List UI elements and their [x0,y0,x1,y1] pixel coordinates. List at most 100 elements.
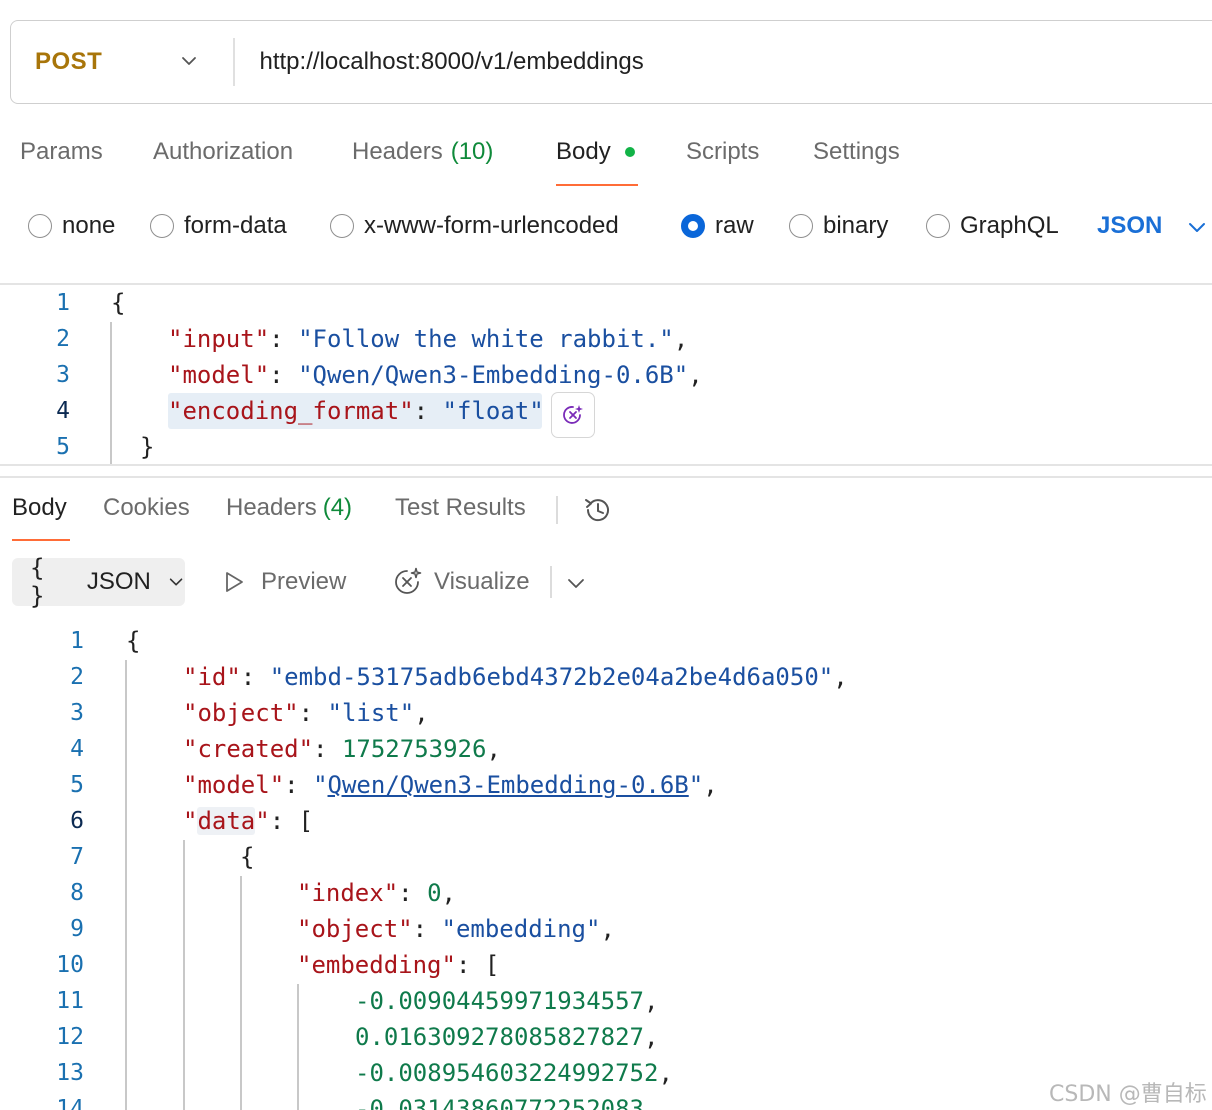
active-tab-underline [12,539,70,541]
model-link[interactable]: Qwen/Qwen3-Embedding-0.6B [328,771,689,799]
format-label: JSON [86,568,151,595]
indent-guide [110,322,112,464]
json-string: "float" [442,397,544,425]
code-line: -0.03143860772252083, [355,1091,658,1110]
tab-label: Authorization [153,138,294,165]
json-key: "embedding" [297,951,456,979]
json-key: "input" [168,325,270,353]
radio-graphql[interactable]: GraphQL [926,204,1059,248]
visualize-button[interactable]: Visualize [390,558,530,606]
json-string: "embedding" [441,915,601,943]
tab-label: Body [12,494,67,521]
json-key: "object" [297,915,413,943]
ai-assist-button[interactable] [551,392,595,438]
radio-label: none [62,212,116,239]
code-line: "index": 0, [297,879,456,907]
tab-headers[interactable]: Headers (10) [352,126,493,186]
indent-guide [125,660,127,1110]
json-number: -0.008954603224992752 [355,1059,659,1087]
radio-label: x-www-form-urlencoded [364,212,619,239]
json-string: "Follow the white rabbit." [298,325,674,353]
tab-params[interactable]: Params [20,126,103,186]
preview-button[interactable]: Preview [221,558,346,606]
code-line: { [126,627,141,655]
code-line: "model": "Qwen/Qwen3-Embedding-0.6B", [183,771,718,799]
radio-unchecked-icon [28,214,52,238]
json-string: " [688,771,704,799]
radio-label: GraphQL [960,212,1059,239]
radio-binary[interactable]: binary [789,204,888,248]
json-key: "index" [297,879,399,907]
chevron-down-icon [169,578,183,586]
code-line: "object": "list", [183,699,429,727]
radio-label: raw [715,212,754,239]
tab-label: Headers [226,494,317,521]
chevron-down-icon[interactable] [565,572,587,594]
line-number: 2 [70,664,84,690]
code-line: "data": [ [183,807,314,835]
json-key: "id" [183,663,241,691]
line-number: 3 [70,700,84,726]
radio-raw[interactable]: raw [681,204,754,248]
line-number: 3 [56,362,70,388]
line-number: 13 [56,1060,84,1086]
raw-format-selector[interactable]: JSON [1097,204,1162,248]
response-tab-headers[interactable]: Headers (4) [226,490,352,540]
tab-separator [556,496,558,524]
method-selector[interactable]: POST [11,21,233,103]
code-line: "input": "Follow the white rabbit.", [168,325,689,353]
json-key: "created" [183,735,314,763]
response-tab-test-results[interactable]: Test Results [395,490,526,540]
json-number: 0.016309278085827827 [355,1023,644,1051]
preview-label: Preview [261,568,347,595]
json-number: 0 [427,879,442,907]
line-number: 9 [70,916,84,942]
response-format-selector[interactable]: { } JSON [12,554,185,610]
line-number: 14 [56,1096,84,1110]
radio-label: form-data [184,212,287,239]
indent-guide [297,984,299,1110]
line-number: 4 [70,736,84,762]
divider [0,464,1212,466]
code-line: -0.00904459971934557, [355,987,659,1015]
response-tab-body[interactable]: Body [12,490,67,540]
tab-label: Test Results [395,494,526,521]
tab-label: Settings [813,138,900,165]
line-number: 8 [70,880,84,906]
history-icon[interactable] [582,494,614,526]
code-line: } [140,433,155,461]
radio-x-www-form-urlencoded[interactable]: x-www-form-urlencoded [330,204,619,248]
visualize-label: Visualize [434,568,530,595]
radio-label: binary [823,212,889,239]
json-number: -0.03143860772252083 [355,1095,644,1110]
tab-body[interactable]: Body [556,126,635,186]
line-number: 11 [56,988,84,1014]
tab-settings[interactable]: Settings [813,126,900,186]
tab-scripts[interactable]: Scripts [686,126,759,186]
headers-count: (10) [450,138,494,165]
radio-form-data[interactable]: form-data [150,204,287,248]
json-string: " [313,771,328,799]
url-bar: POST http://localhost:8000/v1/embeddings [10,20,1212,104]
line-number: 1 [56,290,70,316]
line-number: 10 [56,952,84,978]
line-number: 12 [56,1024,84,1050]
code-line: { [240,843,255,871]
chevron-down-icon[interactable] [1186,216,1208,238]
code-line: "created": 1752753926, [183,735,501,763]
tab-label: Cookies [103,494,190,521]
tab-authorization[interactable]: Authorization [153,126,293,186]
json-string: "Qwen/Qwen3-Embedding-0.6B" [298,361,689,389]
code-line-highlighted: "encoding_format": "float" [168,393,544,429]
json-key-highlighted: data [197,807,256,835]
radio-unchecked-icon [789,214,813,238]
code-line: 0.016309278085827827, [355,1023,659,1051]
radio-unchecked-icon [926,214,950,238]
method-label: POST [35,48,103,75]
code-line: "embedding": [ [297,951,500,979]
radio-none[interactable]: none [28,204,115,248]
line-number: 2 [56,326,70,352]
code-line: "object": "embedding", [297,915,615,943]
url-input[interactable]: http://localhost:8000/v1/embeddings [235,48,644,76]
response-tab-cookies[interactable]: Cookies [103,490,190,540]
